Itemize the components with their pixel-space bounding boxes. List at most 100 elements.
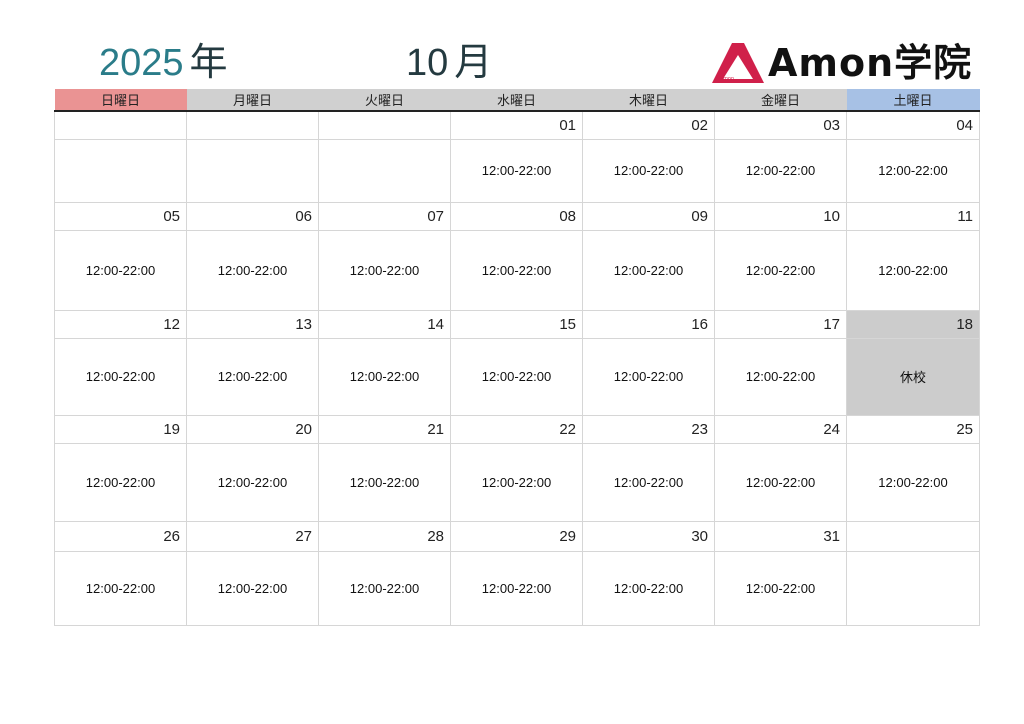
schedule-row: 12:00-22:00 12:00-22:00 12:00-22:00 12:00-2… <box>54 337 980 416</box>
day-number: 16 <box>582 309 715 339</box>
hours-note: 12:00-22:00 <box>54 550 187 626</box>
month-suffix: 月 <box>454 42 493 84</box>
hours-note: 12:00-22:00 <box>714 442 847 522</box>
day-number: 21 <box>318 414 451 444</box>
day-number: 17 <box>714 309 847 339</box>
day-number: 25 <box>846 414 980 444</box>
day-number: 19 <box>54 414 187 444</box>
hours-note: 12:00-22:00 <box>582 138 715 203</box>
hours-note: 12:00-22:00 <box>450 229 583 311</box>
hours-note: 12:00-22:00 <box>318 550 451 626</box>
hours-note: 12:00-22:00 <box>582 337 715 416</box>
date-row: 05 06 07 08 09 10 11 <box>54 201 980 231</box>
hours-note <box>846 550 980 626</box>
day-number: 07 <box>318 201 451 231</box>
weekday-header-row: 日曜日 月曜日 火曜日 水曜日 木曜日 金曜日 土曜日 <box>54 89 980 112</box>
date-row: 12 13 14 15 16 17 18 <box>54 309 980 339</box>
hours-note: 12:00-22:00 <box>714 229 847 311</box>
hours-note: 12:00-22:00 <box>846 138 980 203</box>
logo-mark-text: amon <box>720 76 734 82</box>
day-number: 22 <box>450 414 583 444</box>
schedule-row: 12:00-22:00 12:00-22:00 12:00-22:00 12:00-2… <box>54 550 980 626</box>
day-number: 15 <box>450 309 583 339</box>
hours-note: 12:00-22:00 <box>846 229 980 311</box>
day-number <box>318 110 451 140</box>
day-number: 08 <box>450 201 583 231</box>
hours-note: 12:00-22:00 <box>186 229 319 311</box>
hours-note: 12:00-22:00 <box>450 138 583 203</box>
hours-note: 12:00-22:00 <box>318 229 451 311</box>
day-number <box>54 110 187 140</box>
hours-note: 12:00-22:00 <box>450 550 583 626</box>
month-heading: 10 月 <box>406 40 492 86</box>
day-number: 18 <box>846 309 980 339</box>
day-number <box>186 110 319 140</box>
day-number: 27 <box>186 520 319 552</box>
hours-note <box>54 138 187 203</box>
day-number: 24 <box>714 414 847 444</box>
day-number: 12 <box>54 309 187 339</box>
hours-note: 12:00-22:00 <box>714 138 847 203</box>
weekday-header: 金曜日 <box>714 89 847 112</box>
year-heading: 2025 年 <box>99 40 228 86</box>
weekday-header: 木曜日 <box>582 89 715 112</box>
calendar-table: 日曜日 月曜日 火曜日 水曜日 木曜日 金曜日 土曜日 01 02 03 04 12:0… <box>54 89 980 626</box>
weekday-header: 日曜日 <box>54 89 187 112</box>
day-number: 10 <box>714 201 847 231</box>
hours-note: 12:00-22:00 <box>582 442 715 522</box>
hours-note: 12:00-22:00 <box>318 442 451 522</box>
day-number: 05 <box>54 201 187 231</box>
hours-note: 12:00-22:00 <box>714 337 847 416</box>
day-number: 30 <box>582 520 715 552</box>
weekday-header: 火曜日 <box>318 89 451 112</box>
hours-note: 12:00-22:00 <box>582 550 715 626</box>
hours-note: 12:00-22:00 <box>318 337 451 416</box>
day-number: 13 <box>186 309 319 339</box>
hours-note: 12:00-22:00 <box>186 337 319 416</box>
hours-note: 12:00-22:00 <box>714 550 847 626</box>
logo-text: Amon学院 <box>768 41 973 85</box>
hours-note <box>186 138 319 203</box>
day-number: 28 <box>318 520 451 552</box>
day-number: 29 <box>450 520 583 552</box>
day-number: 09 <box>582 201 715 231</box>
day-number <box>846 520 980 552</box>
schedule-row: 12:00-22:00 12:00-22:00 12:00-22:00 12:00-2… <box>54 138 980 203</box>
day-number: 02 <box>582 110 715 140</box>
hours-note: 12:00-22:00 <box>54 229 187 311</box>
day-number: 11 <box>846 201 980 231</box>
day-number: 04 <box>846 110 980 140</box>
day-number: 23 <box>582 414 715 444</box>
year-suffix: 年 <box>189 42 228 84</box>
date-row: 19 20 21 22 23 24 25 <box>54 414 980 444</box>
day-number: 26 <box>54 520 187 552</box>
calendar-body: 01 02 03 04 12:00-22:00 12:00-22:00 12:00-22:0… <box>54 110 980 626</box>
closed-day-note: 休校 <box>846 337 980 416</box>
weekday-header: 水曜日 <box>450 89 583 112</box>
month-number: 10 <box>406 42 449 84</box>
day-number: 20 <box>186 414 319 444</box>
day-number: 03 <box>714 110 847 140</box>
weekday-header: 月曜日 <box>186 89 319 112</box>
hours-note: 12:00-22:00 <box>450 442 583 522</box>
hours-note: 12:00-22:00 <box>186 550 319 626</box>
day-number: 01 <box>450 110 583 140</box>
hours-note <box>318 138 451 203</box>
day-number: 31 <box>714 520 847 552</box>
hours-note: 12:00-22:00 <box>846 442 980 522</box>
schedule-row: 12:00-22:00 12:00-22:00 12:00-22:00 12:00-2… <box>54 442 980 522</box>
hours-note: 12:00-22:00 <box>582 229 715 311</box>
amon-logo: amon Amon学院 <box>711 40 973 86</box>
hours-note: 12:00-22:00 <box>450 337 583 416</box>
logo-mark-icon: amon <box>712 43 764 83</box>
date-row: 01 02 03 04 <box>54 110 980 140</box>
date-row: 26 27 28 29 30 31 <box>54 520 980 552</box>
hours-note: 12:00-22:00 <box>54 337 187 416</box>
weekday-header: 土曜日 <box>846 89 980 112</box>
day-number: 06 <box>186 201 319 231</box>
schedule-row: 12:00-22:00 12:00-22:00 12:00-22:00 12:00-2… <box>54 229 980 311</box>
hours-note: 12:00-22:00 <box>54 442 187 522</box>
hours-note: 12:00-22:00 <box>186 442 319 522</box>
day-number: 14 <box>318 309 451 339</box>
year-number: 2025 <box>99 42 184 84</box>
